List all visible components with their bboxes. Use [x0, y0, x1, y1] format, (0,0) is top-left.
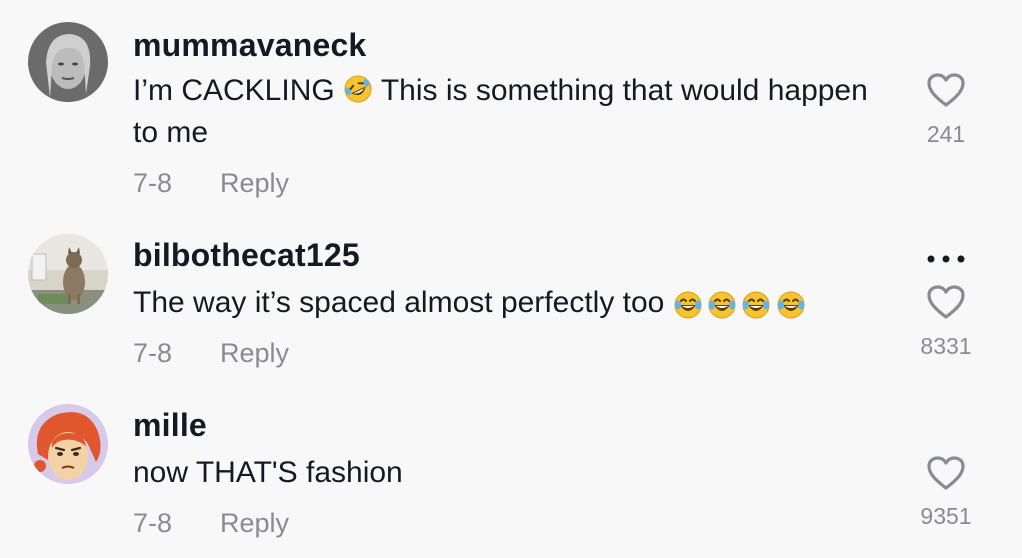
username[interactable]: mummavaneck	[133, 27, 366, 64]
avatar[interactable]	[28, 22, 108, 102]
avatar[interactable]	[28, 404, 108, 484]
like-count: 8331	[920, 333, 972, 359]
rofl-emoji-icon	[343, 74, 373, 104]
like-count: 9351	[920, 503, 972, 529]
comment-date: 7-8	[133, 168, 173, 198]
reply-button[interactable]: Reply	[220, 508, 289, 538]
tears-of-joy-emoji-icon	[707, 290, 737, 320]
comment-text: now THAT'S fashion	[133, 452, 873, 494]
tears-of-joy-emoji-icon	[776, 290, 806, 320]
heart-outline-icon[interactable]	[926, 284, 966, 320]
comment-date: 7-8	[133, 338, 173, 368]
avatar[interactable]	[28, 234, 108, 314]
reply-button[interactable]: Reply	[220, 338, 289, 368]
tears-of-joy-emoji-icon	[741, 290, 771, 320]
tears-of-joy-emoji-icon	[673, 290, 703, 320]
username[interactable]: bilbothecat125	[133, 237, 360, 274]
more-dots-icon[interactable]	[924, 252, 968, 264]
comment-meta: 7-8 Reply	[133, 338, 289, 369]
heart-outline-icon[interactable]	[926, 72, 966, 108]
comment-text: I’m CACKLING This is something that woul…	[133, 70, 873, 154]
comment-text: The way it’s spaced almost perfectly too	[133, 282, 873, 328]
username[interactable]: mille	[133, 407, 207, 444]
comment-meta: 7-8 Reply	[133, 168, 289, 199]
comment-text-part: I’m CACKLING	[133, 74, 335, 107]
comment-meta: 7-8 Reply	[133, 508, 289, 539]
heart-outline-icon[interactable]	[926, 455, 966, 491]
like-count: 241	[926, 121, 966, 147]
comment-text-part: now THAT'S fashion	[133, 456, 403, 489]
comment-date: 7-8	[133, 508, 173, 538]
comment-text-part: The way it’s spaced almost perfectly too	[133, 286, 665, 319]
reply-button[interactable]: Reply	[220, 168, 289, 198]
emoji-group	[673, 286, 805, 328]
